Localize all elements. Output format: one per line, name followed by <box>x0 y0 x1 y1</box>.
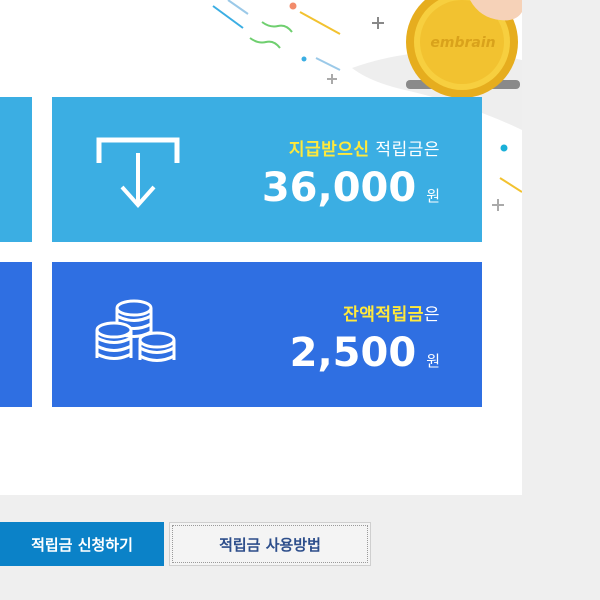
coin-stack-icon <box>95 299 176 362</box>
apply-points-label: 적립금 신청하기 <box>31 535 133 554</box>
deco-line <box>299 11 341 35</box>
deco-dot <box>289 2 297 10</box>
deco-squiggle <box>261 21 293 33</box>
plus-icon <box>372 17 384 29</box>
balance-label-rest: 은 <box>423 305 440 325</box>
points-usage-guide-button[interactable]: 적립금 사용방법 <box>169 522 371 566</box>
deco-line <box>499 177 522 193</box>
balance-label-highlight: 잔액적립금 <box>343 305 424 325</box>
apply-points-button[interactable]: 적립금 신청하기 <box>0 522 164 566</box>
card-sliver <box>0 262 32 407</box>
deco-line <box>212 5 244 29</box>
deco-dot <box>500 144 508 152</box>
points-panel: embrain 지급받으신 적립금은 36,000 원 잔액적립금은 2,500… <box>0 0 522 495</box>
paid-amount-row: 36,000 원 <box>262 165 440 211</box>
balance-points-label: 잔액적립금은 <box>343 300 440 325</box>
card-sliver <box>0 97 32 242</box>
deco-line <box>227 0 249 15</box>
download-tray-icon <box>96 137 180 209</box>
deco-squiggle <box>249 37 281 49</box>
balance-amount-row: 2,500 원 <box>290 330 440 376</box>
points-usage-guide-label: 적립금 사용방법 <box>219 535 321 554</box>
coin-brand-text: embrain <box>430 35 495 51</box>
paid-points-label: 지급받으신 적립금은 <box>289 135 440 160</box>
paid-points-card: 지급받으신 적립금은 36,000 원 <box>52 97 482 242</box>
deco-line <box>315 57 341 71</box>
balance-amount: 2,500 <box>289 330 417 376</box>
paid-amount: 36,000 <box>261 165 417 211</box>
paid-unit: 원 <box>426 187 440 205</box>
paid-label-highlight: 지급받으신 <box>288 140 370 160</box>
deco-dot <box>301 56 307 62</box>
decoration-illustration: embrain <box>212 0 522 211</box>
balance-unit: 원 <box>426 352 440 370</box>
paid-label-rest: 적립금은 <box>369 140 440 160</box>
balance-points-card: 잔액적립금은 2,500 원 <box>52 262 482 407</box>
plus-icon <box>327 74 337 84</box>
plus-icon <box>492 199 504 211</box>
